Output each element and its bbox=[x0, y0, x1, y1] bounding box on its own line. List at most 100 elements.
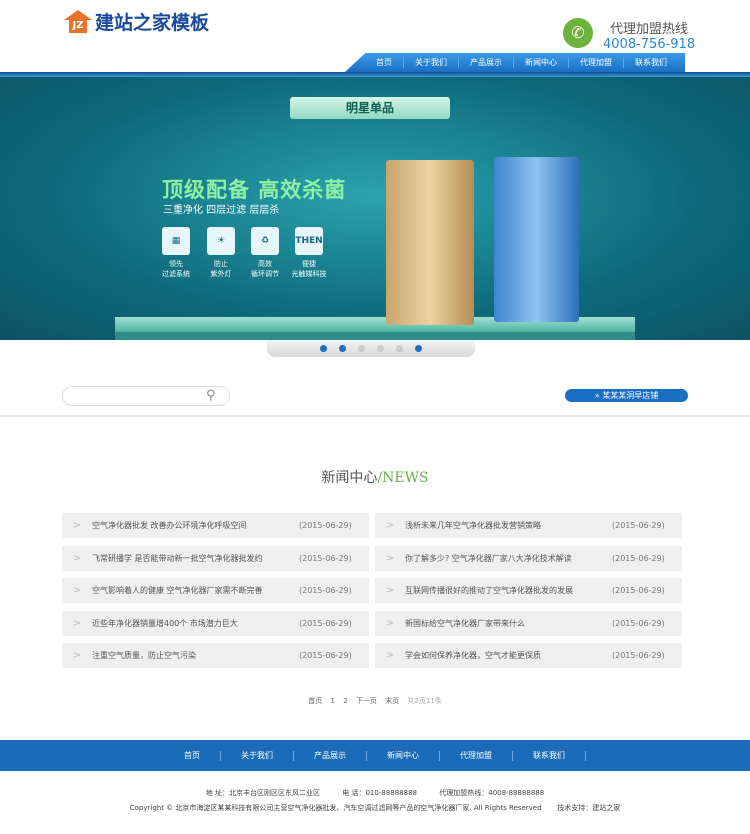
shelf-edge bbox=[115, 332, 635, 340]
news-item[interactable]: > 浅析未来几年空气净化器批发营销策略 (2015-06-29) bbox=[375, 513, 682, 538]
news-item[interactable]: > 空气影响着人的健康 空气净化器厂家需不断完善 (2015-06-29) bbox=[62, 578, 369, 603]
chevron-right-icon: > bbox=[385, 585, 395, 596]
news-date: (2015-06-29) bbox=[299, 651, 352, 660]
news-item[interactable]: > 飞常研播学 是否能带动新一批空气净化器批发约 (2015-06-29) bbox=[62, 545, 369, 571]
news-title[interactable]: 空气影响着人的健康 空气净化器厂家需不断完善 bbox=[92, 585, 299, 596]
news-item[interactable]: > 互联网传播很好的推动了空气净化器批发的发展 (2015-06-29) bbox=[375, 578, 682, 603]
page-info: 共2页11条 bbox=[407, 697, 442, 705]
news-title[interactable]: 学会如何保养净化器，空气才能更保质 bbox=[405, 650, 612, 661]
news-title[interactable]: 浅析未来几年空气净化器批发营销策略 bbox=[405, 520, 612, 531]
footer-nav-contact[interactable]: 联系我们 bbox=[513, 750, 586, 761]
tech-support-link[interactable]: 技术支持：建站之家 bbox=[557, 804, 620, 812]
news-title[interactable]: 互联网传播很好的推动了空气净化器批发的发展 bbox=[405, 585, 612, 596]
footer-info: 地 址：北京丰台区刚区区东风二业区 电 话：010-88888888 代理加盟热… bbox=[0, 788, 750, 798]
slider-dot[interactable] bbox=[396, 345, 403, 352]
page-last[interactable]: 末页 bbox=[385, 697, 399, 705]
slider-dot[interactable] bbox=[377, 345, 384, 352]
nav-agent[interactable]: 代理加盟 bbox=[569, 57, 624, 68]
pagination: 首页 1 2 下一页 末页 共2页11条 bbox=[0, 696, 750, 706]
nav-about[interactable]: 关于我们 bbox=[404, 57, 459, 68]
phone-icon: ✆ bbox=[563, 18, 593, 48]
page-next[interactable]: 下一页 bbox=[356, 697, 377, 705]
footer-copyright: Copyright © 北京市海淀区某某科技有限公司主营空气净化器批发、汽车空调… bbox=[0, 803, 750, 813]
footer-hotline: 代理加盟热线：4008-88888888 bbox=[439, 789, 545, 797]
news-date: (2015-06-29) bbox=[612, 586, 665, 595]
news-date: (2015-06-29) bbox=[612, 553, 665, 563]
page-first[interactable]: 首页 bbox=[308, 697, 322, 705]
news-date: (2015-06-29) bbox=[299, 521, 352, 530]
footer-nav-about[interactable]: 关于我们 bbox=[221, 750, 294, 761]
footer-nav-news[interactable]: 新闻中心 bbox=[367, 750, 440, 761]
banner-title: 顶级配备 高效杀菌 bbox=[162, 178, 347, 202]
news-item[interactable]: > 学会如何保养净化器，空气才能更保质 (2015-06-29) bbox=[375, 643, 682, 668]
copyright-text: Copyright © 北京市海淀区某某科技有限公司主营空气净化器批发、汽车空调… bbox=[129, 804, 542, 812]
lamp-icon: ☀ bbox=[207, 227, 235, 255]
banner-subtitle: 三重净化 四层过滤 层层杀 bbox=[163, 205, 280, 216]
chevron-right-icon: > bbox=[72, 585, 82, 596]
chevron-right-icon: > bbox=[385, 617, 395, 629]
logo[interactable]: JZ 建站之家模板 bbox=[64, 8, 209, 35]
hotline-number: 4008-756-918 bbox=[603, 37, 696, 52]
chevron-right-icon: > bbox=[385, 650, 395, 661]
feature-uv: ☀ 防止 紫外灯 bbox=[201, 227, 241, 279]
search-icon[interactable]: ⚲ bbox=[206, 388, 216, 403]
news-item[interactable]: > 近些年净化器销量增400个 市场潜力巨大 (2015-06-29) bbox=[62, 610, 369, 636]
grid-icon: ▦ bbox=[162, 227, 190, 255]
slider-dot[interactable] bbox=[339, 345, 346, 352]
news-title[interactable]: 你了解多少? 空气净化器厂家八大净化技术解读 bbox=[405, 553, 612, 564]
footer-nav: 首页 关于我们 产品展示 新闻中心 代理加盟 联系我们 bbox=[0, 740, 750, 771]
footer-nav-agent[interactable]: 代理加盟 bbox=[440, 750, 513, 761]
then-icon: THEN bbox=[295, 227, 323, 255]
hot-link-button[interactable]: » 某某某洞早店铺 bbox=[565, 389, 688, 402]
news-item[interactable]: > 注重空气质量，防止空气污染 (2015-06-29) bbox=[62, 643, 369, 668]
chevron-right-icon: > bbox=[72, 650, 82, 661]
news-title[interactable]: 飞常研播学 是否能带动新一批空气净化器批发约 bbox=[92, 553, 299, 564]
slider-prev[interactable] bbox=[320, 345, 327, 352]
news-title[interactable]: 新国标给空气净化器厂家带来什么 bbox=[405, 618, 612, 629]
slider-dots bbox=[267, 340, 475, 357]
gold-purifier-image bbox=[386, 160, 474, 325]
footer-phone: 电 话：010-88888888 bbox=[342, 789, 417, 797]
search-input[interactable] bbox=[62, 386, 230, 406]
slider-next[interactable] bbox=[415, 345, 422, 352]
news-title[interactable]: 近些年净化器销量增400个 市场潜力巨大 bbox=[92, 618, 299, 629]
feature-filter: ▦ 领先 过滤系统 bbox=[156, 227, 196, 279]
news-item[interactable]: > 你了解多少? 空气净化器厂家八大净化技术解读 (2015-06-29) bbox=[375, 545, 682, 571]
news-item[interactable]: > 空气净化器批发 改善办公环境净化呼吸空间 (2015-06-29) bbox=[62, 513, 369, 538]
nav-news[interactable]: 新闻中心 bbox=[514, 57, 569, 68]
chevron-right-icon: > bbox=[385, 520, 395, 531]
news-date: (2015-06-29) bbox=[299, 586, 352, 595]
news-date: (2015-06-29) bbox=[612, 618, 665, 628]
banner-ribbon: 明星单品 bbox=[290, 97, 450, 119]
news-date: (2015-06-29) bbox=[612, 651, 665, 660]
divider bbox=[0, 415, 750, 417]
nav-products[interactable]: 产品展示 bbox=[459, 57, 514, 68]
footer-address: 地 址：北京丰台区刚区区东风二业区 bbox=[205, 789, 321, 797]
hotline-label: 代理加盟热线 bbox=[610, 22, 689, 37]
blue-purifier-image bbox=[494, 157, 579, 322]
footer-nav-home[interactable]: 首页 bbox=[164, 750, 221, 761]
hero-banner[interactable]: 明星单品 顶级配备 高效杀菌 三重净化 四层过滤 层层杀 ▦ 领先 过滤系统 ☀ 防止… bbox=[0, 77, 750, 340]
section-title: 新闻中心/NEWS bbox=[321, 470, 429, 486]
page-2[interactable]: 2 bbox=[343, 697, 347, 705]
news-date: (2015-06-29) bbox=[612, 521, 665, 530]
recycle-icon: ♻ bbox=[251, 227, 279, 255]
chevron-right-icon: > bbox=[72, 552, 82, 564]
feature-photocatalyst: THEN 便捷 光触媒科技 bbox=[289, 227, 329, 279]
news-title[interactable]: 注重空气质量，防止空气污染 bbox=[92, 650, 299, 661]
logo-house-icon: JZ bbox=[64, 9, 92, 34]
logo-text: 建站之家模板 bbox=[95, 12, 210, 34]
news-date: (2015-06-29) bbox=[299, 618, 352, 628]
news-date: (2015-06-29) bbox=[299, 553, 352, 563]
slider-dot[interactable] bbox=[358, 345, 365, 352]
chevron-right-icon: > bbox=[72, 617, 82, 629]
nav-home[interactable]: 首页 bbox=[365, 57, 404, 68]
feature-cycle: ♻ 高效 循环调节 bbox=[245, 227, 285, 279]
page-1[interactable]: 1 bbox=[330, 697, 334, 705]
news-item[interactable]: > 新国标给空气净化器厂家带来什么 (2015-06-29) bbox=[375, 610, 682, 636]
nav-contact[interactable]: 联系我们 bbox=[624, 57, 678, 68]
news-title[interactable]: 空气净化器批发 改善办公环境净化呼吸空间 bbox=[92, 520, 299, 531]
chevron-right-icon: > bbox=[385, 552, 395, 564]
footer-nav-products[interactable]: 产品展示 bbox=[294, 750, 367, 761]
chevron-right-icon: > bbox=[72, 520, 82, 531]
